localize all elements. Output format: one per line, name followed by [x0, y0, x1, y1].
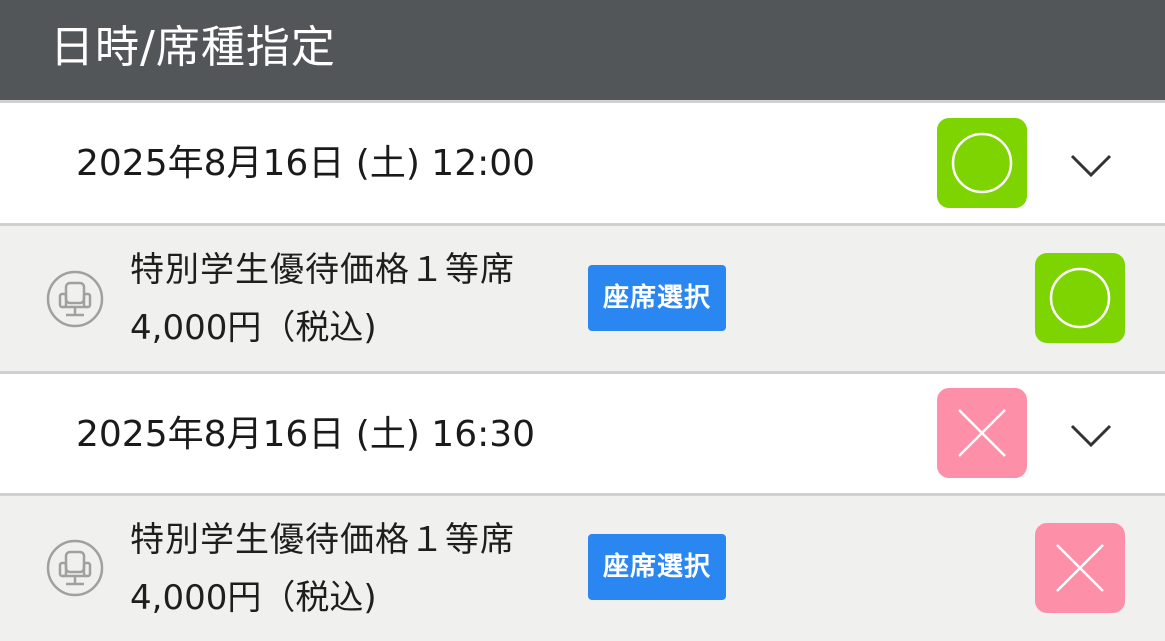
seat-select-button[interactable]: 座席選択 [588, 265, 726, 331]
circle-icon [951, 132, 1013, 194]
seat-type-name: 特別学生優待価格１等席 [130, 520, 515, 560]
cross-icon [1056, 544, 1104, 592]
seat-select-button[interactable]: 座席選択 [588, 534, 726, 600]
performance-row[interactable]: 2025年8月16日 (土) 16:30 [0, 374, 1165, 494]
seat-availability-badge[interactable] [1035, 253, 1125, 343]
seat-price: 4,000円（税込) [130, 578, 377, 618]
chevron-down-icon[interactable] [1068, 420, 1114, 450]
seat-icon [46, 270, 104, 328]
cross-icon [958, 409, 1006, 457]
seat-price: 4,000円（税込) [130, 308, 377, 348]
seat-icon [46, 539, 104, 597]
performance-date: 2025年8月16日 (土) 12:00 [76, 143, 536, 184]
page-header: 日時/席種指定 [0, 0, 1165, 100]
chevron-down-icon[interactable] [1068, 150, 1114, 180]
seat-type-row: 特別学生優待価格１等席 4,000円（税込) 座席選択 [0, 496, 1165, 641]
performance-date: 2025年8月16日 (土) 16:30 [76, 414, 536, 455]
availability-status-badge [937, 118, 1027, 208]
seat-type-row: 特別学生優待価格１等席 4,000円（税込) 座席選択 [0, 226, 1165, 371]
seat-type-name: 特別学生優待価格１等席 [130, 250, 515, 290]
circle-icon [1049, 267, 1111, 329]
page-title: 日時/席種指定 [50, 22, 336, 73]
seat-availability-badge [1035, 523, 1125, 613]
availability-status-badge [937, 388, 1027, 478]
performance-row[interactable]: 2025年8月16日 (土) 12:00 [0, 103, 1165, 223]
